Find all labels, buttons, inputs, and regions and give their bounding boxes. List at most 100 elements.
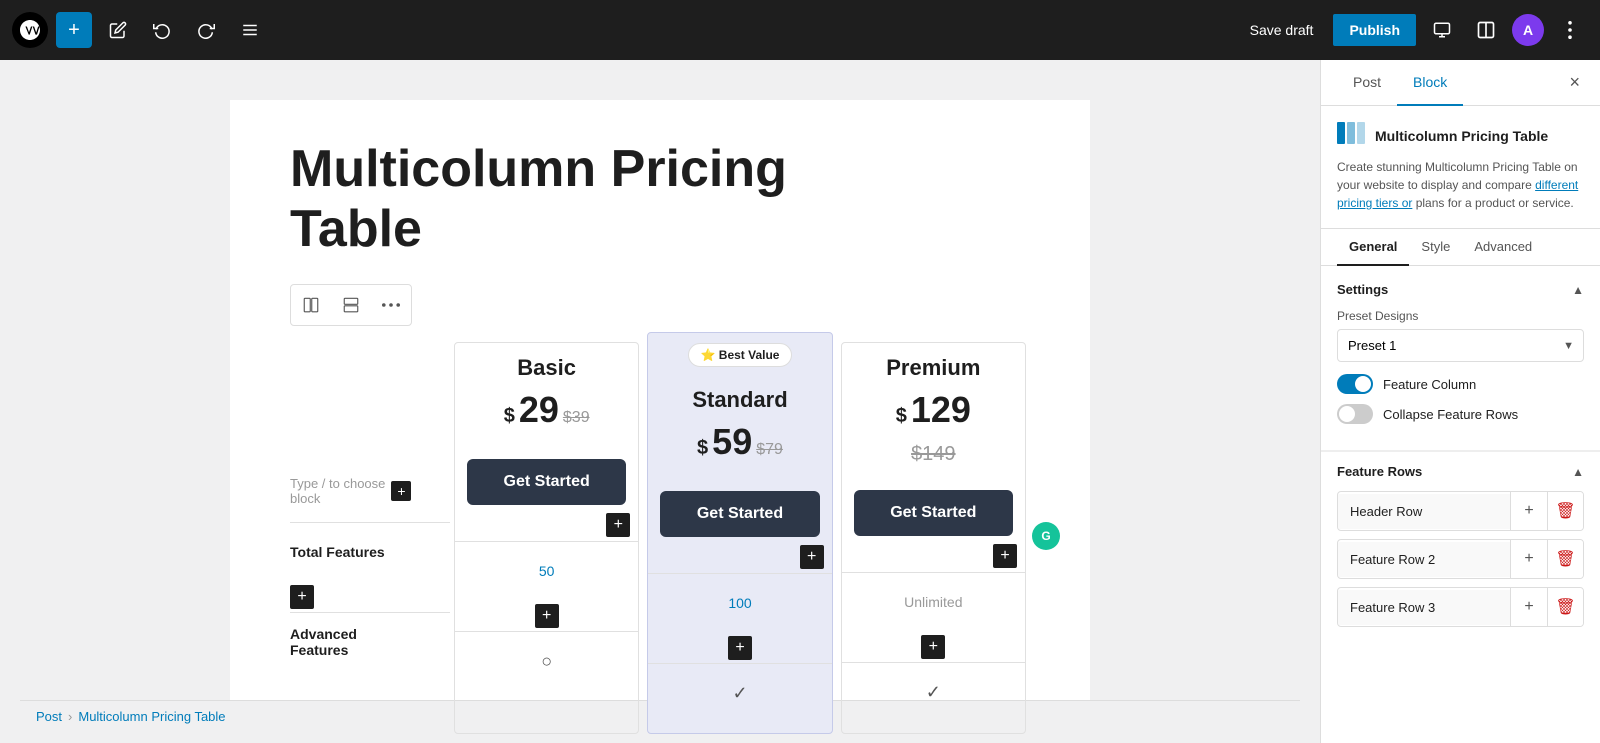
table-view-2-button[interactable] [333,287,369,323]
price-row-premium: $ 129 [858,389,1009,431]
col-name-premium: Premium [858,355,1009,381]
breadcrumb-current: Multicolumn Pricing Table [78,709,225,724]
feature-rows-section: Feature Rows ▲ Header Row + 🗑 Feature Ro… [1321,451,1600,651]
settings-section: Settings ▲ Preset Designs Preset 1 Prese… [1321,266,1600,450]
feature-row-3-label: Feature Row 3 [1338,590,1510,625]
collapse-rows-label: Collapse Feature Rows [1383,407,1518,422]
add-block-premium-button[interactable]: + [993,544,1017,568]
delete-feature-row-header-button[interactable]: 🗑 [1547,492,1583,530]
check-basic-advanced-icon: ○ [541,651,552,672]
col-add-row-basic: + [455,505,638,541]
settings-icon-button[interactable] [1468,12,1504,48]
delete-feature-row-2-button[interactable]: 🗑 [1547,540,1583,578]
feature-row-header-label: Header Row [1338,494,1510,529]
add-after-premium-total-button[interactable]: + [921,635,945,659]
feature-value-premium-total: Unlimited [842,572,1025,632]
tab-block[interactable]: Block [1397,60,1463,106]
feature-rows-header[interactable]: Feature Rows ▲ [1337,452,1584,491]
add-feature-row-header-button[interactable]: + [1511,492,1547,530]
block-desc-link[interactable]: different pricing tiers or [1337,178,1578,210]
type-to-choose-block: Type / to chooseblock + [290,476,411,506]
feature-value-standard-advanced: ✓ [648,663,831,723]
sidebar-tabs: Post Block [1337,60,1463,105]
add-after-basic-total-button[interactable]: + [535,604,559,628]
settings-section-header[interactable]: Settings ▲ [1337,282,1584,297]
get-started-premium-button[interactable]: Get Started [854,490,1013,536]
add-block-standard-button[interactable]: + [800,545,824,569]
delete-feature-row-3-button[interactable]: 🗑 [1547,588,1583,626]
view-button[interactable] [1424,12,1460,48]
undo-button[interactable] [144,12,180,48]
wp-logo[interactable] [12,12,48,48]
collapse-rows-toggle[interactable] [1337,404,1373,424]
col-header-standard: Standard $ 59 $79 [648,375,831,491]
right-sidebar: Post Block × Multicolumn Pricing Table C… [1320,60,1600,743]
add-block-inline-button[interactable]: + [391,481,411,501]
block-info-header: Multicolumn Pricing Table [1337,122,1584,150]
page-title: Multicolumn PricingTable [290,140,1030,260]
feature-row-item-header: Header Row + 🗑 [1337,491,1584,531]
feature-value-basic-total: 50 [455,541,638,601]
document-overview-button[interactable] [232,12,268,48]
get-started-basic-button[interactable]: Get Started [467,459,626,505]
breadcrumb-post-link[interactable]: Post [36,709,62,724]
pricing-table: Type / to chooseblock + Total Features +… [290,342,1030,734]
price-row-standard: $ 59 $79 [664,421,815,463]
check-premium-advanced-icon: ✓ [926,682,941,703]
preset-designs-label: Preset Designs [1337,309,1584,323]
block-info: Multicolumn Pricing Table Create stunnin… [1321,106,1600,229]
preset-select[interactable]: Preset 1 Preset 2 Preset 3 [1337,329,1584,362]
feature-column-toggle[interactable] [1337,374,1373,394]
grammarly-icon: G [1032,522,1060,550]
redo-button[interactable] [188,12,224,48]
sub-tab-advanced[interactable]: Advanced [1462,229,1544,266]
check-standard-advanced-icon: ✓ [732,683,747,704]
col-header-basic: Basic $ 29 $39 [455,343,638,459]
get-started-standard-button[interactable]: Get Started [660,491,819,537]
feature-row-3-actions: + 🗑 [1510,588,1583,626]
pricing-col-basic: Basic $ 29 $39 Get Started + 50 [454,342,639,734]
edit-pencil-button[interactable] [100,12,136,48]
main-toolbar: + Save draft Publish A [0,0,1600,60]
sub-tab-general[interactable]: General [1337,229,1409,266]
feature-row-item-3: Feature Row 3 + 🗑 [1337,587,1584,627]
add-after-total-features-button[interactable]: + [290,585,314,609]
price-amount-basic: 29 [519,389,559,431]
feature-row-2-label: Feature Row 2 [1338,542,1510,577]
sub-tab-style[interactable]: Style [1409,229,1462,266]
tab-post[interactable]: Post [1337,60,1397,106]
add-after-standard-total-button[interactable]: + [728,636,752,660]
col-header-premium: Premium $ 129 $149 [842,343,1025,490]
block-more-options-button[interactable] [373,287,409,323]
save-draft-button[interactable]: Save draft [1238,16,1326,44]
pricing-col-premium: Premium $ 129 $149 Get Started + Unlimit… [841,342,1026,734]
add-feature-row-3-button[interactable]: + [1511,588,1547,626]
editor-canvas: Multicolumn PricingTable [230,100,1090,700]
best-value-badge: ⭐ Best Value [688,343,793,367]
feature-row-2-actions: + 🗑 [1510,540,1583,578]
price-original-standard: $79 [756,441,783,459]
price-original-premium: $149 [858,443,1009,466]
pricing-columns: Basic $ 29 $39 Get Started + 50 [450,342,1030,734]
feature-add-basic-1: + [455,601,638,631]
add-feature-row-2-button[interactable]: + [1511,540,1547,578]
user-avatar[interactable]: A [1512,14,1544,46]
sidebar-close-button[interactable]: × [1565,68,1584,97]
feature-add-premium-1: + [842,632,1025,662]
feature-column-label: Feature Column [1383,377,1476,392]
feature-add-standard-1: + [648,633,831,663]
price-amount-premium: 129 [911,389,971,431]
col-name-standard: Standard [664,387,815,413]
type-to-choose-text: Type / to chooseblock [290,476,385,506]
add-block-basic-button[interactable]: + [606,513,630,537]
editor-area: Multicolumn PricingTable [0,60,1320,743]
block-type-icon [1337,122,1365,150]
table-view-1-button[interactable] [293,287,329,323]
publish-button[interactable]: Publish [1333,14,1416,46]
feature-value-premium-advanced: ✓ [842,662,1025,722]
add-block-toolbar-button[interactable]: + [56,12,92,48]
more-options-button[interactable] [1552,12,1588,48]
feature-rows-collapse-icon: ▲ [1572,465,1584,479]
col-add-row-standard: + [648,537,831,573]
sidebar-header: Post Block × [1321,60,1600,106]
